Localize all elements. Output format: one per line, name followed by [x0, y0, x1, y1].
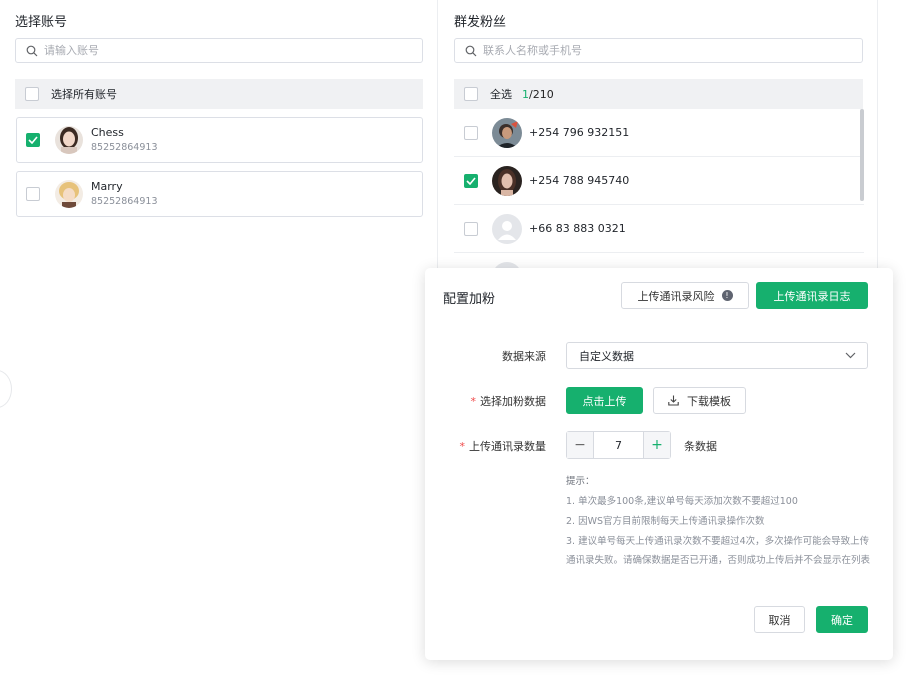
tip-item: 3. 建议单号每天上传通讯录次数不要超过4次，多次操作可能会导致上传通讯录失败。… [566, 536, 871, 566]
data-source-value: 自定义数据 [579, 349, 634, 363]
check-icon [28, 136, 38, 144]
account-checkbox[interactable] [26, 187, 40, 201]
search-icon [26, 45, 38, 56]
account-name: Marry [91, 180, 123, 193]
upload-contacts-log-button[interactable]: 上传通讯录日志 [756, 282, 868, 309]
account-id: 85252864913 [91, 196, 158, 207]
upload-count-label: * 上传通讯录数量 [459, 440, 547, 453]
contact-phone: +66 83 883 0321 [529, 222, 626, 235]
account-name: Chess [91, 126, 124, 139]
accounts-panel-title: 选择账号 [15, 15, 68, 30]
list-item[interactable]: +254 796 932151 [454, 109, 864, 157]
required-mark: * [459, 440, 466, 453]
list-item[interactable]: +254 788 945740 [454, 157, 864, 205]
contact-list[interactable]: +254 796 932151 +254 788 945740 +66 83 8… [454, 109, 864, 279]
contact-search-input[interactable] [483, 44, 841, 57]
contact-search-box[interactable] [454, 38, 863, 63]
download-icon [668, 395, 679, 406]
upload-contacts-risk-label: 上传通讯录风险 [637, 289, 715, 303]
contact-phone: +254 788 945740 [529, 174, 630, 187]
accounts-panel: 选择账号 选择所有账号 Chess 85252864913 Marry 8525… [0, 0, 438, 535]
count-unit: 条数据 [684, 440, 717, 453]
select-all-accounts-checkbox[interactable] [25, 87, 39, 101]
account-checkbox-checked[interactable] [26, 133, 40, 147]
account-item[interactable]: Marry 85252864913 [16, 171, 423, 217]
check-icon [466, 176, 476, 185]
decrement-button[interactable]: − [567, 432, 594, 458]
select-all-accounts-row[interactable]: 选择所有账号 [15, 79, 423, 109]
info-icon: ! [721, 290, 733, 301]
contact-phone: +254 796 932151 [529, 126, 630, 139]
download-template-label: 下载模板 [687, 394, 731, 408]
avatar [55, 180, 83, 208]
selected-count: 1/210 [522, 87, 554, 101]
select-all-contacts-checkbox[interactable] [464, 87, 478, 101]
config-add-fans-dialog: 配置加粉 上传通讯录风险 ! 上传通讯录日志 数据来源 自定义数据 * 选择加粉数… [425, 268, 893, 660]
tips-title: 提示： [566, 476, 595, 487]
avatar [492, 165, 522, 196]
contact-checkbox[interactable] [464, 125, 478, 140]
select-all-accounts-label: 选择所有账号 [51, 88, 117, 101]
avatar [492, 117, 522, 148]
contact-list-scrollbar[interactable] [860, 109, 864, 201]
upload-contacts-risk-button[interactable]: 上传通讯录风险 ! [621, 282, 749, 309]
contacts-panel-title: 群发粉丝 [454, 15, 507, 30]
account-id: 85252864913 [91, 142, 158, 153]
contact-checkbox-checked[interactable] [464, 173, 478, 188]
upload-button[interactable]: 点击上传 [566, 387, 643, 414]
default-avatar-icon [492, 213, 522, 244]
side-collapse-handle[interactable] [0, 370, 12, 408]
increment-button[interactable]: + [643, 432, 670, 458]
quantity-stepper[interactable]: − 7 + [566, 431, 671, 459]
download-template-button[interactable]: 下载模板 [653, 387, 746, 414]
dialog-title: 配置加粉 [443, 292, 496, 307]
quantity-value[interactable]: 7 [594, 432, 643, 458]
chevron-down-icon [845, 352, 856, 359]
tips-block: 提示： 1. 单次最多100条,建议单号每天添加次数不要超过100 2. 因WS… [566, 472, 871, 570]
tip-item: 1. 单次最多100条,建议单号每天添加次数不要超过100 [566, 496, 798, 507]
account-search-input[interactable] [44, 44, 401, 57]
account-search-box[interactable] [15, 38, 423, 63]
data-source-select[interactable]: 自定义数据 [566, 342, 868, 369]
tip-item: 2. 因WS官方目前限制每天上传通讯录操作次数 [566, 516, 765, 527]
select-all-contacts-label: 全选 [490, 88, 512, 101]
required-mark: * [470, 395, 477, 408]
contact-checkbox[interactable] [464, 221, 478, 236]
cancel-button[interactable]: 取消 [754, 606, 805, 633]
data-source-label: 数据来源 [502, 350, 546, 363]
account-item[interactable]: Chess 85252864913 [16, 117, 423, 163]
avatar [55, 126, 83, 154]
select-data-label: * 选择加粉数据 [470, 395, 547, 408]
confirm-button[interactable]: 确定 [816, 606, 868, 633]
select-all-contacts-row[interactable]: 全选 1/210 [454, 79, 863, 109]
list-item[interactable]: +66 83 883 0321 [454, 205, 864, 253]
search-icon [465, 45, 477, 56]
